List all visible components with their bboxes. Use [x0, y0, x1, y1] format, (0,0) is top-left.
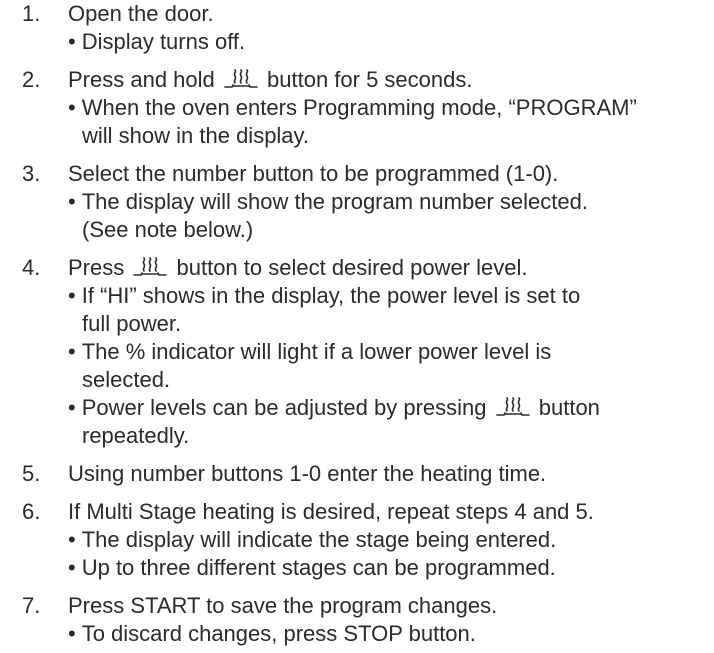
step-6-text: If Multi Stage heating is desired, repea…	[68, 499, 594, 524]
step-4-bullet-3-cont: repeatedly.	[82, 423, 190, 448]
step-4-bullet-1: • If “HI” shows in the display, the power…	[68, 283, 581, 308]
step-4-text: Press button to select desired power lev…	[68, 255, 528, 280]
step-6-bullet-2: • Up to three different stages can be pro…	[68, 555, 556, 580]
step-4-bullet-2-cont: selected.	[82, 367, 171, 392]
step-7-number: 7.	[22, 593, 41, 618]
step-7-text: Press START to save the program changes.	[68, 593, 498, 618]
step-2-bullet-1-cont: will show in the display.	[82, 123, 310, 148]
power-level-icon	[495, 397, 531, 419]
step-1-bullet-1: • Display turns off.	[68, 29, 246, 54]
step-3-bullet-1-cont: (See note below.)	[82, 217, 254, 242]
step-2-bullet-1: • When the oven enters Programming mode, …	[68, 95, 637, 120]
step-6-bullet-1: • The display will indicate the stage bei…	[68, 527, 557, 552]
step-3-bullet-1: • The display will show the program numbe…	[68, 189, 588, 214]
step-4-bullet-1-cont: full power.	[82, 311, 182, 336]
step-1-number: 1.	[22, 1, 41, 26]
step-5-text: Using number buttons 1-0 enter the heati…	[68, 461, 547, 486]
step-1-text: Open the door.	[68, 1, 214, 26]
step-6-number: 6.	[22, 499, 41, 524]
instruction-list: 1. Open the door. • Display turns off. 2.…	[0, 0, 714, 653]
power-level-icon	[223, 69, 259, 91]
step-4-bullet-2: • The % indicator will light if a lower p…	[68, 339, 552, 364]
step-3-number: 3.	[22, 161, 41, 186]
step-4-number: 4.	[22, 255, 41, 280]
step-5-number: 5.	[22, 461, 41, 486]
power-level-icon	[132, 257, 168, 279]
step-2-number: 2.	[22, 67, 41, 92]
step-7-bullet-1: • To discard changes, press STOP button.	[68, 621, 476, 646]
step-2-text: Press and hold button for 5 seconds.	[68, 67, 473, 92]
step-4-bullet-3: • Power levels can be adjusted by pressin…	[68, 395, 600, 420]
step-3-text: Select the number button to be programme…	[68, 161, 559, 186]
